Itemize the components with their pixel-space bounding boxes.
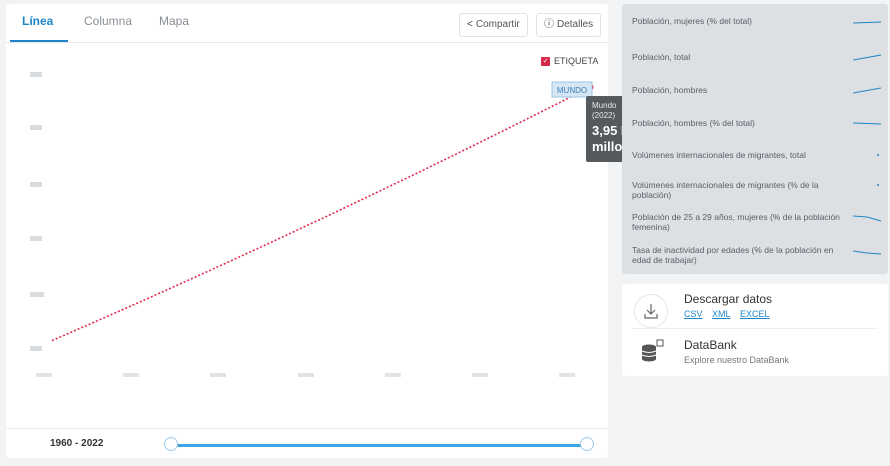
- series-label: MUNDO: [557, 86, 587, 95]
- year-range-track[interactable]: [172, 444, 592, 447]
- x-tick-label: [472, 373, 488, 377]
- x-axis: [36, 373, 575, 377]
- databank-subtitle: Explore nuestro DataBank: [684, 355, 790, 365]
- related-item-label: Población, mujeres (% del total): [632, 16, 753, 26]
- y-tick-label: [30, 72, 42, 77]
- y-axis: [30, 72, 44, 351]
- sparkline: [852, 215, 882, 222]
- related-item-label: Tasa de inactividad por edades (% de la …: [632, 245, 834, 265]
- sparkline: [852, 54, 882, 61]
- related-item-label: Volúmenes internacionales de migrantes, …: [632, 150, 806, 160]
- download-csv-link[interactable]: CSV: [684, 309, 703, 319]
- sparkline: [852, 87, 882, 94]
- related-item-label: Población, hombres (% del total): [632, 118, 755, 128]
- x-tick-label: [36, 373, 52, 377]
- database-icon: [634, 336, 666, 368]
- x-tick-label: [298, 373, 314, 377]
- sparkline: [877, 154, 879, 156]
- y-tick-label: [30, 182, 42, 187]
- download-icon: [634, 294, 668, 328]
- related-item-label: Población, total: [632, 52, 691, 62]
- x-tick-label: [385, 373, 401, 377]
- sparkline: [852, 122, 882, 125]
- year-range-label: 1960 - 2022: [50, 438, 104, 449]
- line-chart: MUNDO: [30, 72, 594, 377]
- y-tick-label: [30, 346, 42, 351]
- databank-title[interactable]: DataBank: [684, 338, 737, 352]
- x-tick-label: [210, 373, 226, 377]
- range-end-handle[interactable]: [580, 437, 594, 451]
- related-indicators: Población, mujeres (% del total) Poblaci…: [622, 4, 888, 274]
- download-xml-link[interactable]: XML: [712, 309, 731, 319]
- sparkline: [852, 21, 882, 24]
- y-tick-label: [30, 292, 44, 297]
- series-line-mundo[interactable]: [51, 86, 591, 342]
- download-excel-link[interactable]: EXCEL: [740, 309, 770, 319]
- download-card: Descargar datos CSV XML EXCEL DataBank E…: [622, 284, 888, 376]
- year-range-selector: 1960 - 2022: [6, 428, 608, 459]
- x-tick-label: [123, 373, 139, 377]
- sparkline: [852, 250, 882, 255]
- range-start-handle[interactable]: [164, 437, 178, 451]
- related-item-label: Volúmenes internacionales de migrantes (…: [632, 180, 819, 200]
- card-divider: [632, 328, 878, 329]
- sparkline: [877, 184, 879, 186]
- x-tick-label: [559, 373, 575, 377]
- related-item-label: Población, hombres: [632, 85, 708, 95]
- related-item-label: Población de 25 a 29 años, mujeres (% de…: [632, 212, 840, 232]
- y-tick-label: [30, 236, 42, 241]
- download-title: Descargar datos: [684, 292, 773, 306]
- y-tick-label: [30, 125, 42, 130]
- chart-panel: Línea Columna Mapa < Compartir ⓘ Detalles …: [6, 4, 608, 458]
